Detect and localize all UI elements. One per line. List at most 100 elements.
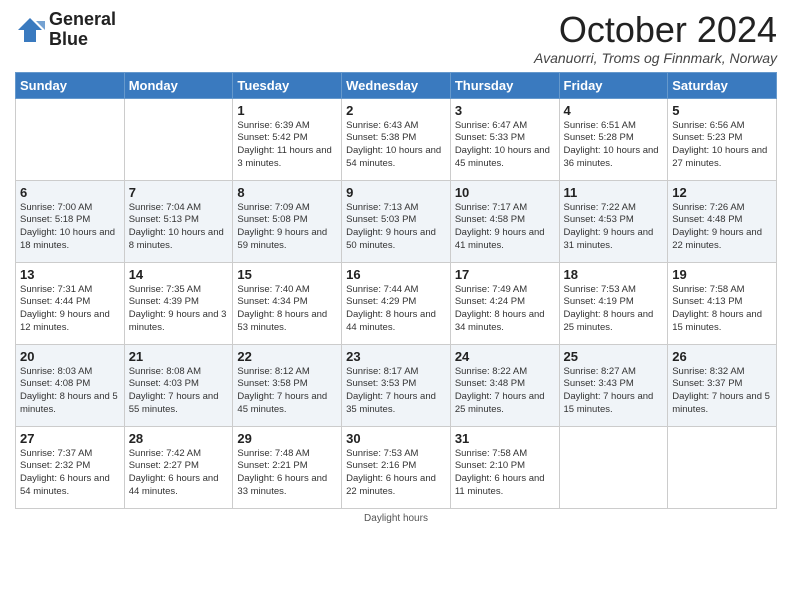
weekday-header-row: SundayMondayTuesdayWednesdayThursdayFrid… <box>16 72 777 98</box>
day-info: Sunrise: 6:39 AM Sunset: 5:42 PM Dayligh… <box>237 120 337 171</box>
day-info: Sunrise: 8:12 AM Sunset: 3:58 PM Dayligh… <box>237 366 337 417</box>
logo: General Blue <box>15 10 116 50</box>
day-number: 21 <box>129 349 229 364</box>
calendar-cell <box>124 98 233 180</box>
calendar-cell: 11 Sunrise: 7:22 AM Sunset: 4:53 PM Dayli… <box>559 180 668 262</box>
calendar-cell: 31Sunrise: 7:58 AM Sunset: 2:10 PM Dayli… <box>450 426 559 508</box>
logo-icon <box>15 15 45 45</box>
day-number: 2 <box>346 103 446 118</box>
day-info: Sunrise: 7:22 AM Sunset: 4:53 PM Dayligh… <box>564 202 664 253</box>
weekday-thursday: Thursday <box>450 72 559 98</box>
calendar-cell: 8Sunrise: 7:09 AM Sunset: 5:08 PM Daylig… <box>233 180 342 262</box>
day-info: Sunrise: 7:58 AM Sunset: 4:13 PM Dayligh… <box>672 284 772 335</box>
day-number: 4 <box>564 103 664 118</box>
calendar-cell: 28 Sunrise: 7:42 AM Sunset: 2:27 PM Dayli… <box>124 426 233 508</box>
calendar-cell: 3Sunrise: 6:47 AM Sunset: 5:33 PM Daylig… <box>450 98 559 180</box>
calendar-cell: 10 Sunrise: 7:17 AM Sunset: 4:58 PM Dayli… <box>450 180 559 262</box>
day-number: 16 <box>346 267 446 282</box>
footer-note: Daylight hours <box>15 513 777 524</box>
calendar-cell: 20 Sunrise: 8:03 AM Sunset: 4:08 PM Dayli… <box>16 344 125 426</box>
day-number: 14 <box>129 267 229 282</box>
calendar-cell: 21 Sunrise: 8:08 AM Sunset: 4:03 PM Dayli… <box>124 344 233 426</box>
header: General Blue October 2024 Avanuorri, Tro… <box>15 10 777 66</box>
calendar-cell: 13Sunrise: 7:31 AM Sunset: 4:44 PM Dayli… <box>16 262 125 344</box>
title-block: October 2024 Avanuorri, Troms og Finnmar… <box>534 10 777 66</box>
day-info: Sunrise: 7:35 AM Sunset: 4:39 PM Dayligh… <box>129 284 229 335</box>
calendar-cell: 22 Sunrise: 8:12 AM Sunset: 3:58 PM Dayli… <box>233 344 342 426</box>
week-row-0: 1Sunrise: 6:39 AM Sunset: 5:42 PM Daylig… <box>16 98 777 180</box>
calendar-cell: 6Sunrise: 7:00 AM Sunset: 5:18 PM Daylig… <box>16 180 125 262</box>
day-number: 13 <box>20 267 120 282</box>
calendar-cell: 14 Sunrise: 7:35 AM Sunset: 4:39 PM Dayli… <box>124 262 233 344</box>
calendar-cell: 5Sunrise: 6:56 AM Sunset: 5:23 PM Daylig… <box>668 98 777 180</box>
calendar-cell: 9 Sunrise: 7:13 AM Sunset: 5:03 PM Daylig… <box>342 180 451 262</box>
day-number: 17 <box>455 267 555 282</box>
day-info: Sunrise: 6:43 AM Sunset: 5:38 PM Dayligh… <box>346 120 446 171</box>
calendar-cell: 16 Sunrise: 7:44 AM Sunset: 4:29 PM Dayli… <box>342 262 451 344</box>
day-info: Sunrise: 6:51 AM Sunset: 5:28 PM Dayligh… <box>564 120 664 171</box>
day-number: 27 <box>20 431 120 446</box>
day-number: 28 <box>129 431 229 446</box>
calendar-cell: 23Sunrise: 8:17 AM Sunset: 3:53 PM Dayli… <box>342 344 451 426</box>
day-info: Sunrise: 7:26 AM Sunset: 4:48 PM Dayligh… <box>672 202 772 253</box>
calendar-cell <box>559 426 668 508</box>
calendar-cell: 29 Sunrise: 7:48 AM Sunset: 2:21 PM Dayli… <box>233 426 342 508</box>
day-info: Sunrise: 7:49 AM Sunset: 4:24 PM Dayligh… <box>455 284 555 335</box>
logo-text: General Blue <box>49 10 116 50</box>
calendar-cell: 18 Sunrise: 7:53 AM Sunset: 4:19 PM Dayli… <box>559 262 668 344</box>
day-number: 7 <box>129 185 229 200</box>
day-info: Sunrise: 6:56 AM Sunset: 5:23 PM Dayligh… <box>672 120 772 171</box>
day-number: 24 <box>455 349 555 364</box>
weekday-monday: Monday <box>124 72 233 98</box>
day-number: 18 <box>564 267 664 282</box>
calendar-cell <box>16 98 125 180</box>
calendar-cell: 27 Sunrise: 7:37 AM Sunset: 2:32 PM Dayli… <box>16 426 125 508</box>
calendar-cell: 19Sunrise: 7:58 AM Sunset: 4:13 PM Dayli… <box>668 262 777 344</box>
calendar-cell: 15Sunrise: 7:40 AM Sunset: 4:34 PM Dayli… <box>233 262 342 344</box>
day-info: Sunrise: 7:17 AM Sunset: 4:58 PM Dayligh… <box>455 202 555 253</box>
calendar-cell: 26 Sunrise: 8:32 AM Sunset: 3:37 PM Dayli… <box>668 344 777 426</box>
day-info: Sunrise: 8:22 AM Sunset: 3:48 PM Dayligh… <box>455 366 555 417</box>
week-row-3: 20 Sunrise: 8:03 AM Sunset: 4:08 PM Dayli… <box>16 344 777 426</box>
day-info: Sunrise: 8:27 AM Sunset: 3:43 PM Dayligh… <box>564 366 664 417</box>
day-number: 25 <box>564 349 664 364</box>
day-info: Sunrise: 8:32 AM Sunset: 3:37 PM Dayligh… <box>672 366 772 417</box>
weekday-friday: Friday <box>559 72 668 98</box>
day-info: Sunrise: 7:42 AM Sunset: 2:27 PM Dayligh… <box>129 448 229 499</box>
calendar-cell: 12 Sunrise: 7:26 AM Sunset: 4:48 PM Dayli… <box>668 180 777 262</box>
day-number: 8 <box>237 185 337 200</box>
day-info: Sunrise: 8:08 AM Sunset: 4:03 PM Dayligh… <box>129 366 229 417</box>
day-number: 20 <box>20 349 120 364</box>
day-number: 9 <box>346 185 446 200</box>
calendar-cell: 17 Sunrise: 7:49 AM Sunset: 4:24 PM Dayli… <box>450 262 559 344</box>
day-number: 26 <box>672 349 772 364</box>
calendar-cell: 2 Sunrise: 6:43 AM Sunset: 5:38 PM Daylig… <box>342 98 451 180</box>
day-number: 12 <box>672 185 772 200</box>
week-row-2: 13Sunrise: 7:31 AM Sunset: 4:44 PM Dayli… <box>16 262 777 344</box>
calendar-cell: 4 Sunrise: 6:51 AM Sunset: 5:28 PM Daylig… <box>559 98 668 180</box>
calendar-cell: 24 Sunrise: 8:22 AM Sunset: 3:48 PM Dayli… <box>450 344 559 426</box>
day-info: Sunrise: 7:53 AM Sunset: 4:19 PM Dayligh… <box>564 284 664 335</box>
calendar-table: SundayMondayTuesdayWednesdayThursdayFrid… <box>15 72 777 509</box>
day-info: Sunrise: 7:44 AM Sunset: 4:29 PM Dayligh… <box>346 284 446 335</box>
day-info: Sunrise: 8:17 AM Sunset: 3:53 PM Dayligh… <box>346 366 446 417</box>
weekday-wednesday: Wednesday <box>342 72 451 98</box>
calendar-cell: 30 Sunrise: 7:53 AM Sunset: 2:16 PM Dayli… <box>342 426 451 508</box>
weekday-sunday: Sunday <box>16 72 125 98</box>
page: General Blue October 2024 Avanuorri, Tro… <box>0 0 792 612</box>
day-info: Sunrise: 7:53 AM Sunset: 2:16 PM Dayligh… <box>346 448 446 499</box>
day-number: 11 <box>564 185 664 200</box>
day-number: 22 <box>237 349 337 364</box>
calendar-cell: 1Sunrise: 6:39 AM Sunset: 5:42 PM Daylig… <box>233 98 342 180</box>
day-info: Sunrise: 7:37 AM Sunset: 2:32 PM Dayligh… <box>20 448 120 499</box>
day-info: Sunrise: 7:04 AM Sunset: 5:13 PM Dayligh… <box>129 202 229 253</box>
day-number: 10 <box>455 185 555 200</box>
day-info: Sunrise: 7:48 AM Sunset: 2:21 PM Dayligh… <box>237 448 337 499</box>
day-info: Sunrise: 7:13 AM Sunset: 5:03 PM Dayligh… <box>346 202 446 253</box>
weekday-tuesday: Tuesday <box>233 72 342 98</box>
day-info: Sunrise: 7:40 AM Sunset: 4:34 PM Dayligh… <box>237 284 337 335</box>
month-title: October 2024 <box>534 10 777 50</box>
day-info: Sunrise: 8:03 AM Sunset: 4:08 PM Dayligh… <box>20 366 120 417</box>
day-number: 30 <box>346 431 446 446</box>
day-number: 29 <box>237 431 337 446</box>
